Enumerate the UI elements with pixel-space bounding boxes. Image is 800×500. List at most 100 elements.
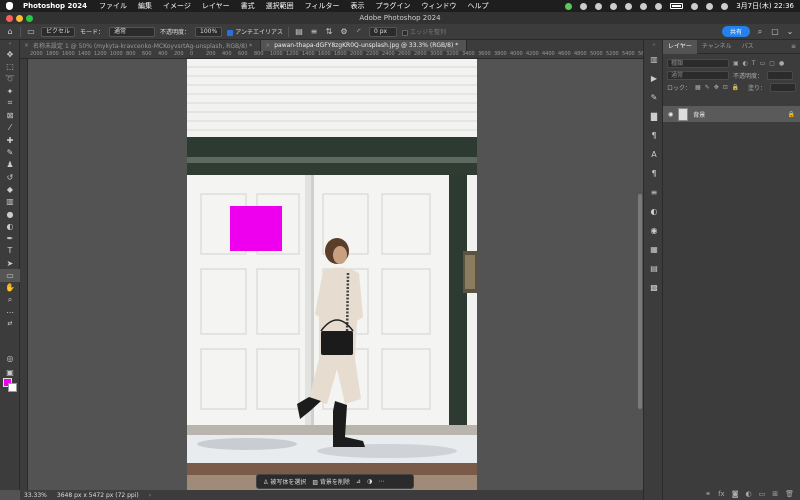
filter-toggle-icon[interactable]: ● xyxy=(779,60,784,67)
close-tab-icon[interactable]: × xyxy=(24,42,29,49)
layer-row-background[interactable]: ◉ 背景 🔒 xyxy=(663,106,800,122)
new-group-icon[interactable]: ▭ xyxy=(759,490,766,498)
path-alignment-icon[interactable]: ≡ xyxy=(309,27,319,37)
swatches-panel-icon[interactable]: ▤ xyxy=(644,259,664,278)
tab-channels[interactable]: チャンネル xyxy=(697,40,737,54)
opacity-input[interactable]: 100% xyxy=(195,26,223,37)
brush-tool-icon[interactable]: ✎ xyxy=(0,146,20,158)
menu-file[interactable]: ファイル xyxy=(99,1,127,11)
marquee-tool-icon[interactable]: ⬚ xyxy=(0,60,20,72)
layer-kind-filter[interactable]: 種類 xyxy=(667,58,729,68)
menu-select[interactable]: 選択範囲 xyxy=(266,1,294,11)
search-icon[interactable]: ⌕ xyxy=(755,27,765,37)
status-play-icon[interactable] xyxy=(625,2,633,10)
status-app-icon[interactable] xyxy=(565,2,573,10)
menu-view[interactable]: 表示 xyxy=(351,1,365,11)
tab-document-2[interactable]: × pawan-thapa-dGFY8zgKR0Q-unsplash.jpg @… xyxy=(261,40,468,51)
rectangle-tool-icon[interactable]: ▭ xyxy=(0,269,20,282)
patterns-panel-icon[interactable]: ▩ xyxy=(644,278,664,297)
close-window-button[interactable] xyxy=(6,15,13,22)
menu-image[interactable]: イメージ xyxy=(163,1,191,11)
apple-icon[interactable] xyxy=(6,2,13,10)
tool-preset-rectangle-icon[interactable]: ▭ xyxy=(26,27,36,37)
pen-tool-icon[interactable]: ✒ xyxy=(0,232,20,244)
libraries-panel-icon[interactable]: ▦ xyxy=(644,240,664,259)
menu-edit[interactable]: 編集 xyxy=(138,1,152,11)
link-layers-icon[interactable]: ⚭ xyxy=(705,490,711,498)
lasso-tool-icon[interactable]: ➰ xyxy=(0,73,20,85)
filter-smart-object-icon[interactable]: ▢ xyxy=(769,60,775,67)
brush-settings-icon[interactable]: ✎ xyxy=(644,88,664,107)
control-center-icon[interactable] xyxy=(721,2,729,10)
spotlight-search-icon[interactable] xyxy=(706,2,714,10)
delete-layer-icon[interactable]: 🗑 xyxy=(785,490,794,498)
lock-position-icon[interactable]: ✥ xyxy=(714,84,719,91)
paragraph-panel-icon[interactable]: ¶ xyxy=(644,126,664,145)
filter-type-icon[interactable]: T xyxy=(752,60,756,67)
select-subject-button[interactable]: ♙ 被写体を選択 xyxy=(263,477,306,486)
stroke-width-input[interactable]: 0 px xyxy=(368,26,397,37)
visibility-eye-icon[interactable]: ◉ xyxy=(668,111,673,118)
minimize-window-button[interactable] xyxy=(16,15,23,22)
quick-mask-icon[interactable]: ◎ xyxy=(0,352,20,364)
hand-tool-icon[interactable]: ✋ xyxy=(0,282,20,294)
antialias-checkbox[interactable]: アンチエイリアス xyxy=(227,27,283,36)
workspace-icon[interactable]: ▢ xyxy=(770,27,780,37)
bluetooth-icon[interactable] xyxy=(655,2,663,10)
menu-type[interactable]: 書式 xyxy=(241,1,255,11)
adjustment-icon[interactable]: ◑ xyxy=(367,478,372,485)
panel-menu-icon[interactable]: ≡ xyxy=(791,43,800,50)
3d-panel-icon[interactable]: ◉ xyxy=(644,221,664,240)
gear-icon[interactable]: ⚙ xyxy=(339,27,349,37)
transform-icon[interactable]: ⊿ xyxy=(356,478,361,485)
actions-panel-icon[interactable]: ▶ xyxy=(644,69,664,88)
gradient-tool-icon[interactable]: ▥ xyxy=(0,196,20,208)
history-brush-tool-icon[interactable]: ↺ xyxy=(0,171,20,183)
add-mask-icon[interactable]: ◙ xyxy=(732,490,739,498)
path-operations-icon[interactable]: ▤ xyxy=(294,27,304,37)
status-record-icon[interactable] xyxy=(595,2,603,10)
properties-panel-icon[interactable]: ≡ xyxy=(644,183,664,202)
tab-document-1[interactable]: × 名称未設定 1 @ 50% (mykyta-kravcenko-MCKoyv… xyxy=(20,40,262,51)
scrollbar-thumb[interactable] xyxy=(638,194,642,409)
crop-tool-icon[interactable]: ⌗ xyxy=(0,97,20,109)
path-arrangement-icon[interactable]: ⇅ xyxy=(324,27,334,37)
screen-mode-icon[interactable]: ▣ xyxy=(0,366,20,378)
eyedropper-tool-icon[interactable]: ⁄ xyxy=(0,122,20,134)
more-options-icon[interactable]: ⋯ xyxy=(378,478,384,485)
align-edges-checkbox[interactable]: エッジを整列 xyxy=(401,27,446,36)
document-photo[interactable] xyxy=(187,59,477,490)
status-arrow-icon[interactable]: › xyxy=(149,492,151,499)
sample-type-select[interactable]: ピクセル xyxy=(41,26,76,37)
lock-transparent-icon[interactable]: ▦ xyxy=(695,84,701,91)
status-volume-icon[interactable] xyxy=(640,2,648,10)
healing-brush-tool-icon[interactable]: ✚ xyxy=(0,134,20,146)
type-tool-icon[interactable]: T xyxy=(0,245,20,257)
layer-name[interactable]: 背景 xyxy=(693,110,705,119)
adjustments-panel-icon[interactable]: ◐ xyxy=(644,202,664,221)
tab-layers[interactable]: レイヤー xyxy=(663,39,697,54)
histogram-panel-icon[interactable]: ▇ xyxy=(644,107,664,126)
lock-image-icon[interactable]: ✎ xyxy=(705,84,710,91)
lock-artboard-icon[interactable]: ⊡ xyxy=(723,84,728,91)
layer-blend-mode-select[interactable]: 通常 xyxy=(667,70,729,80)
collapse-icon[interactable]: » xyxy=(0,40,20,48)
dodge-tool-icon[interactable]: ◐ xyxy=(0,220,20,232)
status-creative-cloud-icon[interactable] xyxy=(580,2,588,10)
chevron-down-icon[interactable]: ⌄ xyxy=(785,27,795,37)
magenta-rectangle-shape[interactable] xyxy=(230,206,282,251)
blend-mode-select[interactable]: 通常 xyxy=(109,26,156,37)
eraser-tool-icon[interactable]: ◆ xyxy=(0,183,20,195)
filter-shape-icon[interactable]: ▭ xyxy=(760,60,766,67)
lock-all-icon[interactable]: 🔒 xyxy=(732,84,739,91)
battery-icon[interactable] xyxy=(670,3,684,9)
move-tool-icon[interactable]: ✥ xyxy=(0,48,20,60)
home-icon[interactable]: ⌂ xyxy=(5,27,15,37)
magic-wand-tool-icon[interactable]: ✦ xyxy=(0,85,20,97)
new-layer-icon[interactable]: ⊞ xyxy=(772,490,778,498)
close-tab-icon[interactable]: × xyxy=(265,42,270,49)
layer-style-icon[interactable]: fx xyxy=(718,490,725,498)
menu-window[interactable]: ウィンドウ xyxy=(422,1,457,11)
app-name-menu[interactable]: Photoshop 2024 xyxy=(23,2,87,10)
path-selection-tool-icon[interactable]: ➤ xyxy=(0,257,20,269)
